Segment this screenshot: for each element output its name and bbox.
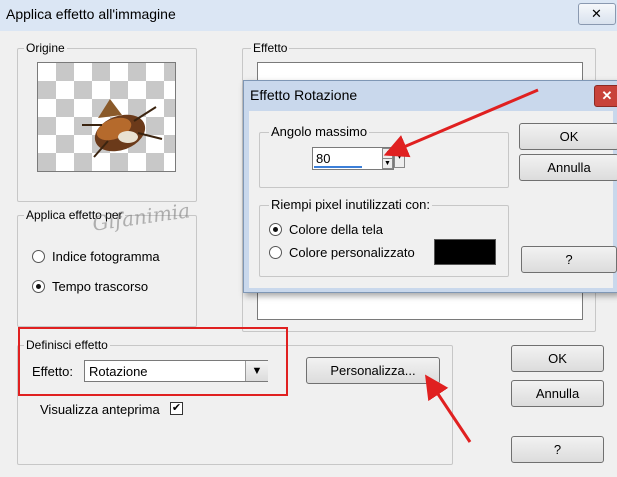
effect-select[interactable]: Rotazione ▼ xyxy=(84,360,268,382)
rotation-help-button[interactable]: ? xyxy=(521,246,617,273)
chevron-up-icon: ▲ xyxy=(384,150,391,157)
rotation-ok-button[interactable]: OK xyxy=(519,123,617,150)
rotation-dialog: Effetto Rotazione ✕ Angolo massimo 80 ▲ … xyxy=(243,80,617,293)
main-close-button[interactable]: ✕ xyxy=(578,3,616,25)
check-icon: ✔ xyxy=(171,402,182,414)
rotation-close-button[interactable]: ✕ xyxy=(594,85,617,107)
effect-select-arrow[interactable]: ▼ xyxy=(245,361,268,381)
customize-button[interactable]: Personalizza... xyxy=(306,357,440,384)
canvas-color-radio[interactable] xyxy=(269,223,282,236)
frame-index-label: Indice fotogramma xyxy=(52,249,160,264)
elapsed-time-radio[interactable] xyxy=(32,280,45,293)
preview-checkbox[interactable]: ✔ xyxy=(170,402,183,415)
max-angle-input[interactable]: 80 ▲ ▼ xyxy=(312,147,394,170)
define-effect-label: Definisci effetto xyxy=(24,338,110,352)
spin-down-button[interactable]: ▼ xyxy=(382,158,393,169)
preview-checkbox-label: Visualizza anteprima xyxy=(40,402,160,417)
main-cancel-button[interactable]: Annulla xyxy=(511,380,604,407)
rotation-dialog-client: Angolo massimo 80 ▲ ▼ ▾ Riempi pixel inu… xyxy=(249,111,617,288)
main-help-button[interactable]: ? xyxy=(511,436,604,463)
custom-color-label: Colore personalizzato xyxy=(289,245,415,260)
close-icon: ✕ xyxy=(591,6,602,21)
angle-dropdown-button[interactable]: ▾ xyxy=(394,147,405,168)
main-ok-button[interactable]: OK xyxy=(511,345,604,372)
rotation-cancel-button[interactable]: Annulla xyxy=(519,154,617,181)
effect-preview-label: Effetto xyxy=(251,41,290,55)
bug-image xyxy=(82,99,163,158)
chevron-down-icon: ▾ xyxy=(397,154,402,161)
chevron-down-icon: ▼ xyxy=(384,160,391,167)
frame-index-radio[interactable] xyxy=(32,250,45,263)
rotation-dialog-title: Effetto Rotazione xyxy=(250,87,358,103)
effect-field-label: Effetto: xyxy=(32,364,73,379)
origin-group-label: Origine xyxy=(24,41,67,55)
custom-color-swatch[interactable] xyxy=(434,239,496,265)
origin-preview xyxy=(37,62,176,172)
close-icon: ✕ xyxy=(601,88,613,103)
effect-select-value: Rotazione xyxy=(89,364,148,379)
elapsed-time-label: Tempo trascorso xyxy=(52,279,149,294)
chevron-down-icon: ▼ xyxy=(251,365,263,377)
max-angle-slider-fill xyxy=(314,166,362,168)
main-window-title: Applica effetto all'immagine xyxy=(6,6,176,22)
max-angle-label: Angolo massimo xyxy=(269,124,370,139)
custom-color-radio[interactable] xyxy=(269,246,282,259)
fill-pixels-label: Riempi pixel inutilizzati con: xyxy=(269,197,432,212)
max-angle-value: 80 xyxy=(316,151,331,166)
canvas-color-label: Colore della tela xyxy=(289,222,383,237)
